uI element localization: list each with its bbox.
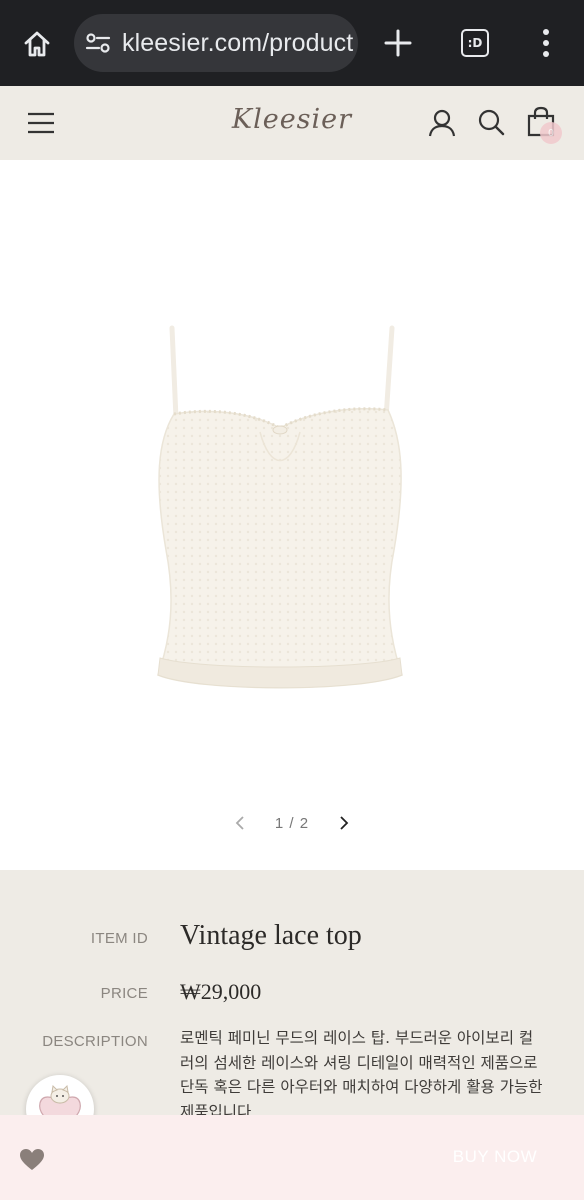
gallery-counter: 1 / 2 bbox=[274, 814, 310, 832]
item-id-label: ITEM ID bbox=[90, 930, 148, 947]
browser-toolbar: kleesier.com/product :D bbox=[0, 0, 584, 86]
chevron-right-icon[interactable] bbox=[335, 814, 353, 832]
new-tab-icon[interactable] bbox=[382, 27, 414, 59]
wishlist-heart-icon[interactable] bbox=[19, 1148, 45, 1172]
buy-now-button[interactable]: BUY NOW bbox=[420, 1147, 570, 1167]
description-label: DESCRIPTION bbox=[42, 1033, 148, 1050]
price-label: PRICE bbox=[100, 985, 148, 1002]
overflow-menu-icon[interactable] bbox=[534, 26, 558, 60]
product-price: ₩29,000 bbox=[180, 979, 262, 1004]
account-icon[interactable] bbox=[427, 108, 457, 138]
chevron-left-icon[interactable] bbox=[231, 814, 249, 832]
product-description: 로멘틱 페미닌 무드의 레이스 탑. 부드러운 아이보리 컬러의 섬세한 레이스… bbox=[180, 1029, 543, 1121]
url-text: kleesier.com/product bbox=[122, 29, 354, 57]
product-name: Vintage lace top bbox=[180, 920, 362, 951]
product-gallery[interactable]: 1 / 2 bbox=[0, 160, 584, 870]
tab-switcher-button[interactable]: :D bbox=[461, 29, 489, 57]
purchase-bar: BUY NOW bbox=[0, 1115, 584, 1200]
site-settings-icon[interactable] bbox=[84, 31, 112, 55]
cart-count-badge: 0 bbox=[540, 122, 562, 144]
gallery-pager: 1 / 2 bbox=[0, 814, 584, 832]
url-bar[interactable]: kleesier.com/product bbox=[74, 14, 358, 72]
search-icon[interactable] bbox=[477, 108, 505, 136]
home-icon[interactable] bbox=[18, 25, 56, 63]
product-image bbox=[157, 325, 403, 689]
site-header: Kleesier 0 bbox=[0, 86, 584, 160]
